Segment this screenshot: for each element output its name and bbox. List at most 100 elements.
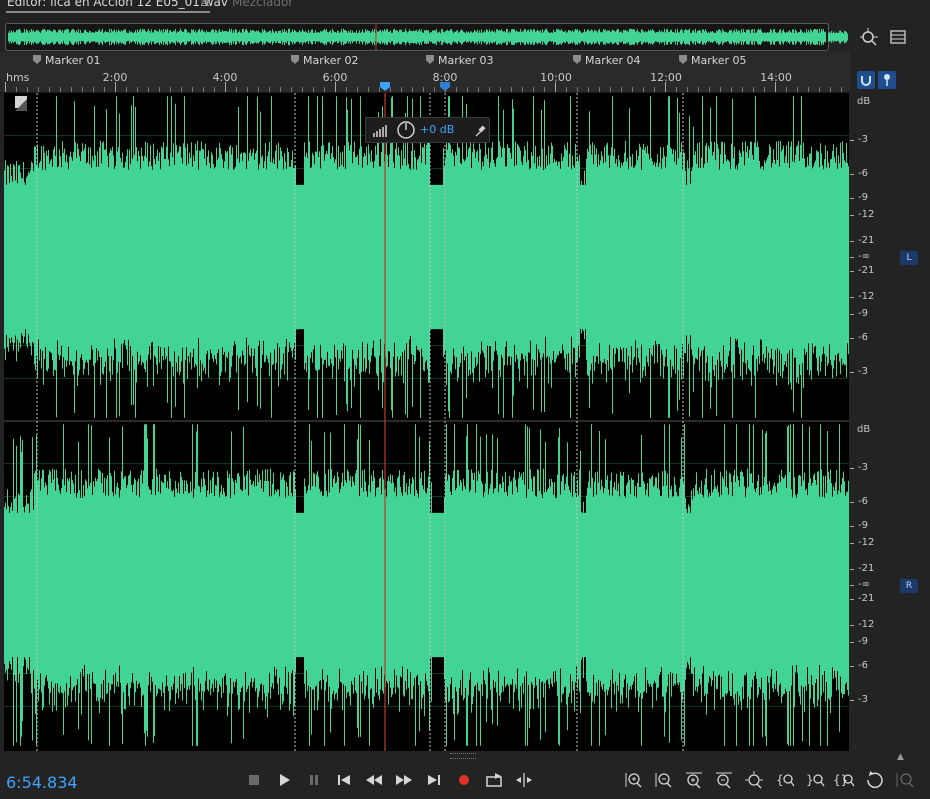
ruler-tick [544,87,545,92]
zoom-out-full-icon[interactable] [743,770,765,790]
zoom-full-icon[interactable] [858,27,880,47]
zoom-out-amplitude-icon[interactable] [653,770,675,790]
marker-flag-icon[interactable] [679,55,687,64]
ruler-tick [335,82,336,92]
ruler-tick [192,87,193,92]
channel-left-badge[interactable]: L [900,251,918,265]
marker-label[interactable]: Marker 03 [438,54,494,67]
level-meter-icon [372,122,388,138]
overview-extension-path [828,30,848,44]
ruler-tick [654,87,655,92]
db-tick [850,241,854,242]
marker-label[interactable]: Marker 02 [303,54,359,67]
zoom-in-time-icon[interactable] [683,770,705,790]
waveform-core [4,184,849,330]
magnet-icon[interactable] [857,71,875,89]
waveform-channel [4,424,849,746]
ruler-tick [269,87,270,92]
db-label: -21 [858,235,875,246]
ruler-tick [687,87,688,92]
db-unit-label: dB [857,96,871,107]
ruler-tick [456,87,457,92]
svg-text:}: } [806,773,814,787]
ruler-tick [368,87,369,92]
ruler-tick [489,87,490,92]
db-label: -3 [858,462,868,473]
next-icon[interactable] [423,770,445,790]
zoom-in-point-icon[interactable]: { [775,770,797,790]
tab-menu-icon[interactable]: ≡ [200,0,210,10]
ruler-tick [643,87,644,92]
channel-right-badge[interactable]: R [900,579,918,593]
pause-icon[interactable] [303,770,325,790]
ruler-tick [346,87,347,92]
marker-label[interactable]: Marker 05 [691,54,747,67]
ruler-tick [357,87,358,92]
playhead-handle[interactable] [380,82,390,91]
hud-volume-value[interactable]: +0 dB [420,123,454,136]
loop-icon[interactable] [483,770,505,790]
marker-label[interactable]: Marker 04 [585,54,641,67]
ruler-tick [841,87,842,92]
db-label: -9 [858,308,868,319]
tab-editor[interactable]: Editor: lica en Accion 12 E05_01.wav [7,0,228,9]
tab-mixer[interactable]: Mezclador [232,0,293,9]
ruler-tick [170,87,171,92]
marker-flag-icon[interactable] [573,55,581,64]
time-ruler[interactable]: hms Marker 01 Marker 02 Marker 03 Marker 04… [0,52,850,93]
svg-text:{: { [776,773,784,787]
db-scale: dB -3 -6 -9 -12 -21 -∞ -21 -12 -9 -6 -3 dB -3 -6 -9 -12 -… [850,93,930,751]
rewind-icon[interactable] [363,770,385,790]
previous-icon[interactable] [333,770,355,790]
ruler-tick [830,87,831,92]
db-tick [850,543,854,544]
zoom-selection-fit-icon[interactable]: {} [833,770,855,790]
ruler-tick [390,87,391,92]
panel-menu-icon[interactable] [887,27,909,47]
marker-flag-icon[interactable] [426,55,434,64]
pin-icon[interactable] [878,71,896,89]
ruler-tick [302,87,303,92]
record-icon[interactable] [453,770,475,790]
ruler-tick [313,87,314,92]
db-tick [850,297,854,298]
marker-label[interactable]: Marker 01 [45,54,101,67]
hud-pin-icon[interactable] [474,123,486,137]
current-time-display[interactable]: 6:54.834 [6,773,78,792]
db-label: -6 [858,660,868,671]
ruler-tick [148,87,149,92]
ruler-tick [819,87,820,92]
marker-flag-icon[interactable] [291,55,299,64]
volume-knob-icon[interactable] [396,120,416,140]
db-label: -21 [858,593,875,604]
ruler-tick [764,87,765,92]
ruler-tick [467,87,468,92]
envelope-toggle-icon[interactable] [15,96,27,111]
marker-flag-icon[interactable] [33,55,41,64]
waveform-display[interactable] [4,93,849,751]
overview-navigator[interactable] [5,23,829,51]
db-tick [850,338,854,339]
ruler-tick [181,87,182,92]
zoom-out-time-icon[interactable] [713,770,735,790]
play-icon[interactable] [273,770,295,790]
fast-forward-icon[interactable] [393,770,415,790]
db-label: -6 [858,496,868,507]
active-tab-indicator [6,11,210,13]
zoom-to-selection-icon[interactable]: } [805,770,827,790]
zoom-reset-icon[interactable] [864,770,886,790]
db-tick [850,372,854,373]
db-tick [850,271,854,272]
horizontal-scroll-grip[interactable] [450,753,476,759]
ruler-tick [291,87,292,92]
hud-volume-control[interactable]: +0 dB [365,117,490,143]
stop-icon[interactable] [243,770,265,790]
zoom-in-amplitude-icon[interactable] [623,770,645,790]
ruler-tick [742,87,743,92]
ruler-tick [731,87,732,92]
cue-marker-handle[interactable] [440,82,450,91]
db-label: -3 [858,134,868,145]
ruler-tick [522,87,523,92]
skip-selection-icon[interactable] [513,770,535,790]
ruler-tick [247,87,248,92]
